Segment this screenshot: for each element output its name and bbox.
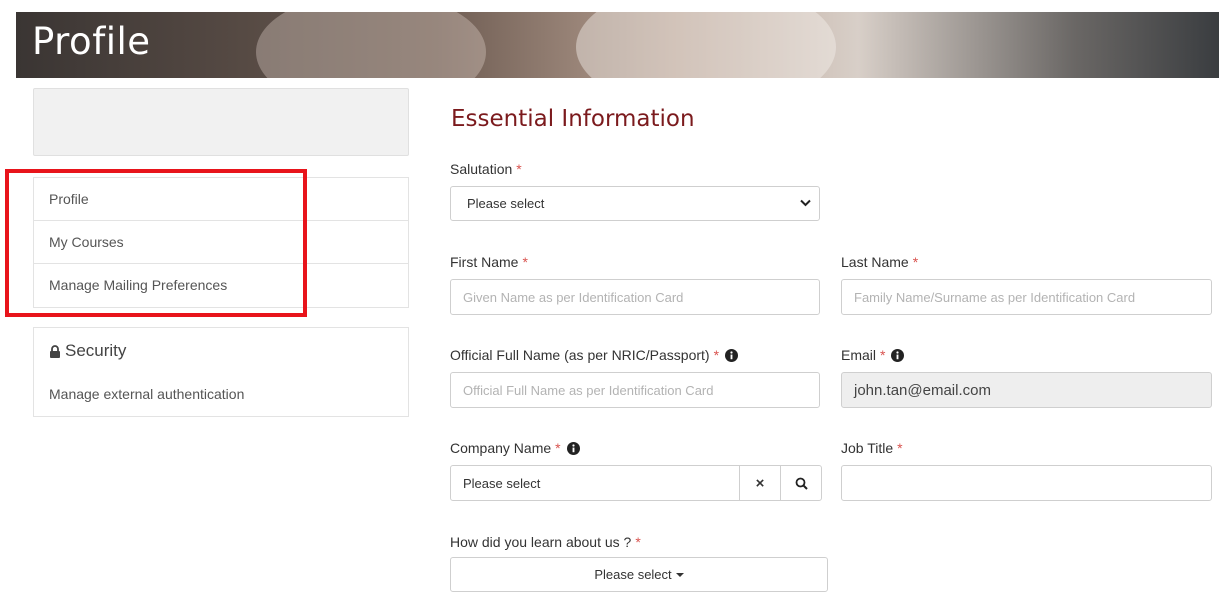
first-name-input[interactable]: Given Name as per Identification Card bbox=[450, 279, 820, 315]
required-marker: * bbox=[713, 347, 720, 363]
header-banner: Profile bbox=[16, 12, 1219, 78]
first-name-label-text: First Name bbox=[450, 254, 519, 270]
page-title: Profile bbox=[32, 20, 151, 63]
security-heading: Security bbox=[49, 341, 126, 361]
required-marker: * bbox=[522, 254, 528, 270]
info-icon[interactable] bbox=[725, 348, 739, 362]
salutation-select[interactable]: Please select bbox=[450, 186, 820, 221]
required-marker: * bbox=[635, 534, 641, 550]
security-title: Security bbox=[65, 341, 127, 360]
full-name-placeholder: Official Full Name as per Identification… bbox=[463, 382, 714, 398]
info-icon[interactable] bbox=[891, 348, 905, 362]
learn-about-dropdown[interactable]: Please select bbox=[450, 557, 828, 592]
required-marker: * bbox=[516, 161, 522, 177]
full-name-input[interactable]: Official Full Name as per Identification… bbox=[450, 372, 820, 408]
first-name-label: First Name * bbox=[450, 254, 528, 270]
learn-about-label-text: How did you learn about us ? bbox=[450, 534, 632, 550]
required-marker: * bbox=[555, 440, 561, 456]
job-title-label: Job Title * bbox=[841, 440, 903, 456]
company-select-value: Please select bbox=[463, 475, 541, 491]
section-title: Essential Information bbox=[451, 106, 695, 132]
banner-photo-highlight bbox=[256, 12, 486, 78]
lock-icon bbox=[50, 344, 60, 358]
email-label: Email * bbox=[841, 347, 905, 363]
search-company-button[interactable] bbox=[780, 465, 822, 501]
learn-about-label: How did you learn about us ? * bbox=[450, 534, 641, 550]
full-name-label: Official Full Name (as per NRIC/Passport… bbox=[450, 347, 739, 363]
email-value: john.tan@email.com bbox=[854, 381, 991, 399]
job-title-input[interactable] bbox=[841, 465, 1212, 501]
salutation-label-text: Salutation bbox=[450, 161, 513, 177]
close-icon: × bbox=[755, 474, 765, 492]
salutation-select-value: Please select bbox=[467, 196, 545, 211]
learn-about-value: Please select bbox=[594, 567, 672, 582]
security-panel: Security Manage external authentication bbox=[33, 327, 409, 417]
last-name-input[interactable]: Family Name/Surname as per Identificatio… bbox=[841, 279, 1212, 315]
manage-external-auth-link[interactable]: Manage external authentication bbox=[49, 386, 244, 402]
job-title-label-text: Job Title bbox=[841, 440, 894, 456]
last-name-label-text: Last Name bbox=[841, 254, 909, 270]
chevron-down-icon bbox=[800, 199, 811, 207]
caret-down-icon bbox=[675, 572, 684, 577]
clear-company-button[interactable]: × bbox=[739, 465, 781, 501]
company-name-label: Company Name * bbox=[450, 440, 580, 456]
required-marker: * bbox=[880, 347, 886, 363]
full-name-label-text: Official Full Name (as per NRIC/Passport… bbox=[450, 347, 710, 363]
required-marker: * bbox=[912, 254, 919, 270]
profile-summary-box bbox=[33, 88, 409, 156]
info-icon[interactable] bbox=[566, 441, 580, 455]
company-name-label-text: Company Name bbox=[450, 440, 552, 456]
last-name-label: Last Name * bbox=[841, 254, 918, 270]
highlight-box bbox=[5, 169, 307, 317]
email-label-text: Email bbox=[841, 347, 877, 363]
required-marker: * bbox=[897, 440, 903, 456]
search-icon bbox=[795, 477, 808, 490]
salutation-label: Salutation * bbox=[450, 161, 522, 177]
last-name-placeholder: Family Name/Surname as per Identificatio… bbox=[854, 289, 1136, 305]
banner-photo-highlight bbox=[576, 12, 836, 78]
first-name-placeholder: Given Name as per Identification Card bbox=[463, 289, 684, 305]
email-field: john.tan@email.com bbox=[841, 372, 1212, 408]
company-select[interactable]: Please select bbox=[450, 465, 740, 501]
